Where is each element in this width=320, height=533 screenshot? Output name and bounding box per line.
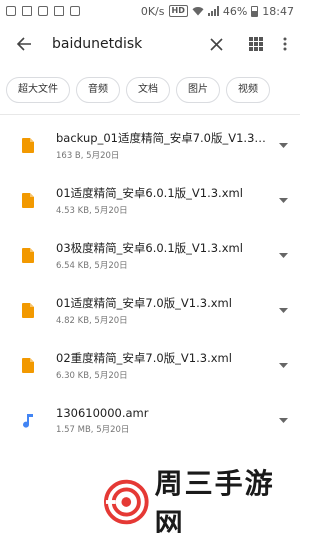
file-name: 01适度精简_安卓7.0版_V1.3.xml bbox=[56, 296, 232, 310]
status-bar: 0K/s HD 46% 18:47 bbox=[0, 0, 300, 22]
back-button[interactable] bbox=[4, 22, 44, 66]
network-speed: 0K/s bbox=[140, 4, 165, 18]
grid-view-icon bbox=[249, 37, 263, 51]
watermark-text: 周三手游网 bbox=[154, 466, 275, 533]
search-input[interactable]: baidunetdisk bbox=[52, 36, 198, 52]
status-bar-indicators: 0K/s HD 46% 18:47 bbox=[141, 5, 294, 18]
arrow-drop-down-icon bbox=[278, 253, 288, 258]
file-list: backup_01适度精简_安卓7.0版_V1.3.xml 163 B, 5月2… bbox=[0, 118, 300, 448]
file-meta: 4.53 KB, 5月20日 bbox=[56, 206, 128, 216]
notification-app-icon bbox=[6, 6, 16, 16]
document-icon bbox=[22, 303, 34, 318]
arrow-drop-down-icon bbox=[278, 363, 288, 368]
arrow-drop-down-icon bbox=[278, 143, 288, 148]
file-row[interactable]: 130610000.amr 1.57 MB, 5月20日 bbox=[0, 393, 300, 448]
document-icon bbox=[22, 193, 34, 208]
file-menu-button[interactable] bbox=[266, 338, 300, 393]
chip-documents[interactable]: 文档 bbox=[126, 77, 170, 103]
file-name: 130610000.amr bbox=[56, 406, 149, 420]
filter-chips: 超大文件 音频 文档 图片 视频 bbox=[0, 66, 300, 114]
notification-image-icon bbox=[22, 6, 32, 16]
divider bbox=[0, 114, 300, 115]
file-name: backup_01适度精简_安卓7.0版_V1.3.xml bbox=[56, 131, 266, 145]
status-bar-notifications bbox=[6, 6, 80, 16]
file-name: 02重度精简_安卓7.0版_V1.3.xml bbox=[56, 351, 232, 365]
clock: 18:47 bbox=[262, 4, 294, 18]
file-meta: 4.82 KB, 5月20日 bbox=[56, 316, 128, 326]
grid-view-button[interactable] bbox=[238, 22, 274, 66]
close-icon bbox=[209, 37, 223, 51]
wifi-icon bbox=[192, 7, 204, 16]
file-name: 01适度精简_安卓6.0.1版_V1.3.xml bbox=[56, 186, 243, 200]
document-icon bbox=[22, 358, 34, 373]
file-meta: 6.30 KB, 5月20日 bbox=[56, 371, 128, 381]
notification-tv-icon bbox=[54, 6, 64, 16]
notification-bag-icon bbox=[70, 6, 80, 16]
document-icon bbox=[22, 248, 34, 263]
watermark: 周三手游网 bbox=[104, 467, 300, 533]
file-row[interactable]: 02重度精简_安卓7.0版_V1.3.xml 6.30 KB, 5月20日 bbox=[0, 338, 300, 393]
file-menu-button[interactable] bbox=[266, 393, 300, 448]
file-meta: 1.57 MB, 5月20日 bbox=[56, 425, 130, 435]
arrow-drop-down-icon bbox=[278, 308, 288, 313]
file-row[interactable]: backup_01适度精简_安卓7.0版_V1.3.xml 163 B, 5月2… bbox=[0, 118, 300, 173]
clear-search-button[interactable] bbox=[198, 22, 234, 66]
signal-icon bbox=[207, 6, 219, 16]
hd-badge: HD bbox=[168, 5, 188, 17]
chip-audio[interactable]: 音频 bbox=[76, 77, 120, 103]
chip-images[interactable]: 图片 bbox=[176, 77, 220, 103]
arrow-drop-down-icon bbox=[278, 198, 288, 203]
more-vert-icon bbox=[283, 37, 287, 51]
file-menu-button[interactable] bbox=[266, 118, 300, 173]
watermark-logo-icon bbox=[104, 479, 149, 524]
arrow-drop-down-icon bbox=[278, 418, 288, 423]
file-meta: 163 B, 5月20日 bbox=[56, 151, 120, 161]
file-row[interactable]: 01适度精简_安卓7.0版_V1.3.xml 4.82 KB, 5月20日 bbox=[0, 283, 300, 338]
file-name: 03极度精简_安卓6.0.1版_V1.3.xml bbox=[56, 241, 243, 255]
battery-icon bbox=[251, 5, 259, 17]
chip-large-files[interactable]: 超大文件 bbox=[6, 77, 70, 103]
music-note-icon bbox=[23, 414, 33, 428]
file-row[interactable]: 01适度精简_安卓6.0.1版_V1.3.xml 4.53 KB, 5月20日 bbox=[0, 173, 300, 228]
file-menu-button[interactable] bbox=[266, 283, 300, 338]
file-menu-button[interactable] bbox=[266, 228, 300, 283]
file-menu-button[interactable] bbox=[266, 173, 300, 228]
battery-percent: 46% bbox=[222, 4, 248, 18]
document-icon bbox=[22, 138, 34, 153]
search-bar: baidunetdisk bbox=[0, 22, 300, 66]
more-options-button[interactable] bbox=[274, 22, 296, 66]
notification-message-icon bbox=[38, 6, 48, 16]
chip-videos[interactable]: 视频 bbox=[226, 77, 270, 103]
file-row[interactable]: 03极度精简_安卓6.0.1版_V1.3.xml 6.54 KB, 5月20日 bbox=[0, 228, 300, 283]
arrow-back-icon bbox=[16, 37, 31, 51]
file-meta: 6.54 KB, 5月20日 bbox=[56, 261, 128, 271]
